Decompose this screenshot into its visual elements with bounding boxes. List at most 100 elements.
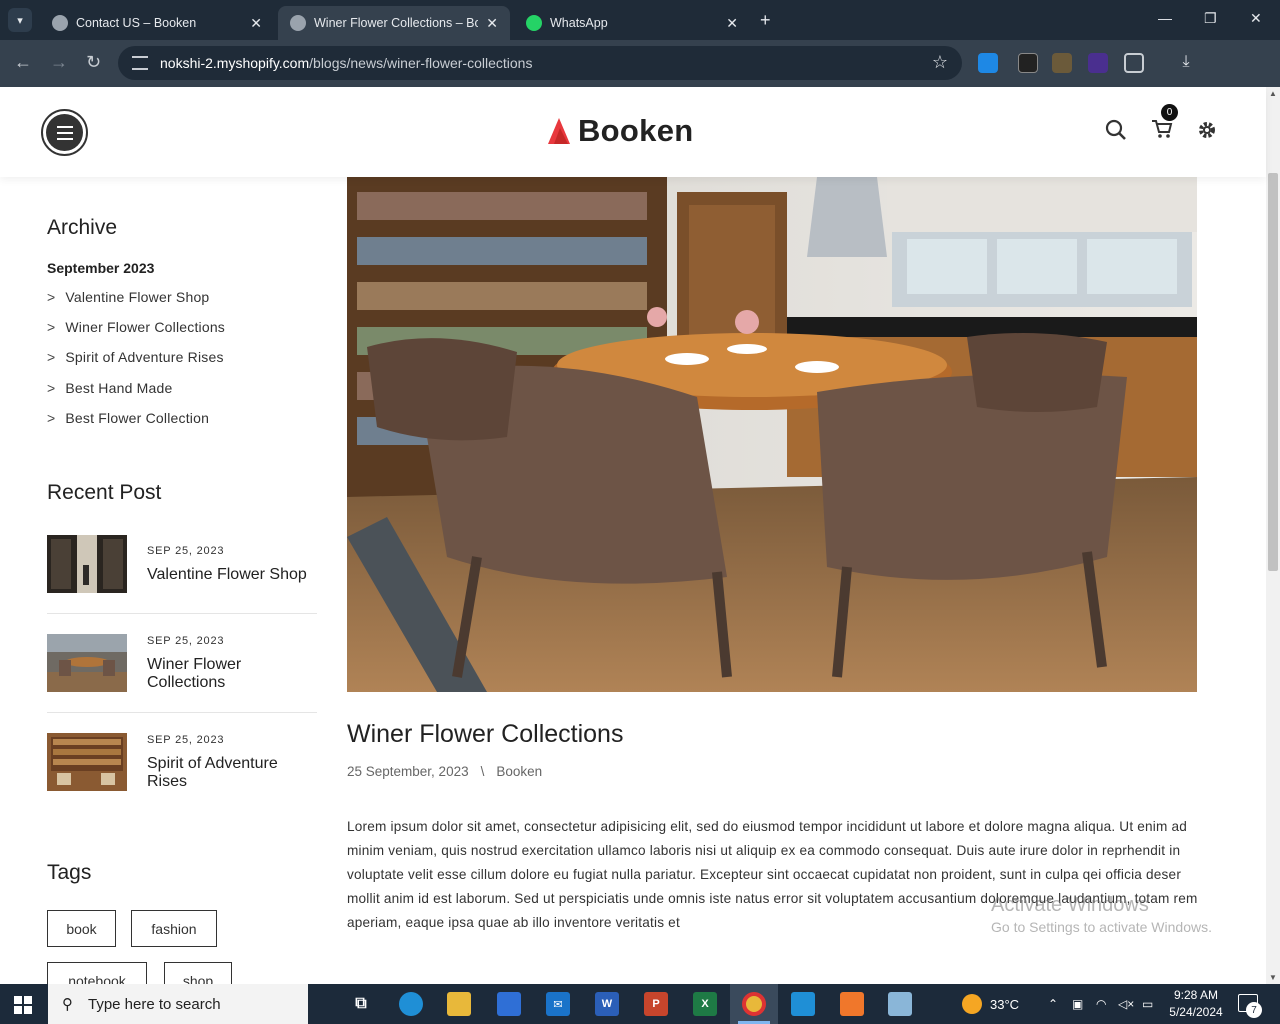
site-settings-icon[interactable]: [132, 56, 148, 70]
tag-button[interactable]: notebook: [47, 962, 147, 984]
bookmark-star-icon[interactable]: ☆: [932, 52, 948, 73]
weather-sun-icon: [962, 994, 982, 1014]
weather-temp: 33°C: [990, 996, 1020, 1012]
tag-button[interactable]: fashion: [131, 910, 217, 947]
recent-post-thumbnail[interactable]: [47, 535, 127, 593]
settings-gear-icon[interactable]: [1196, 119, 1218, 141]
archive-heading: Archive: [47, 216, 118, 239]
close-tab-icon[interactable]: ✕: [486, 15, 498, 32]
xampp-icon[interactable]: [840, 992, 864, 1016]
scroll-down-icon[interactable]: ▼: [1269, 973, 1277, 982]
tab-whatsapp[interactable]: WhatsApp ✕: [514, 6, 750, 40]
tab-contact-us[interactable]: Contact US – Booken ✕: [40, 6, 274, 40]
recent-post-thumbnail[interactable]: [47, 634, 127, 692]
logo-text: Booken: [578, 113, 694, 148]
tag-button[interactable]: book: [47, 910, 116, 947]
tray-device-icon[interactable]: ▣: [1072, 984, 1083, 1024]
post-date: 25 September, 2023: [347, 764, 469, 779]
logo-mark-icon: [548, 118, 570, 144]
site-logo[interactable]: Booken: [546, 113, 693, 149]
taskbar-search-box[interactable]: ⚲ Type here to search: [48, 984, 308, 1024]
scrollbar-thumb[interactable]: [1268, 173, 1278, 571]
cart-icon[interactable]: [1151, 119, 1173, 139]
new-tab-icon[interactable]: +: [760, 10, 771, 31]
archive-item[interactable]: > Spirit of Adventure Rises: [47, 349, 224, 365]
url-text[interactable]: nokshi-2.myshopify.com/blogs/news/winer-…: [160, 55, 532, 71]
post-title: Winer Flower Collections: [347, 720, 624, 748]
extensions-puzzle-icon[interactable]: [1124, 53, 1144, 73]
meta-separator: \: [480, 764, 485, 779]
archive-item[interactable]: > Valentine Flower Shop: [47, 289, 209, 305]
back-icon[interactable]: ←: [14, 52, 32, 73]
weather-widget[interactable]: 33°C: [962, 984, 1019, 1024]
tab-title: Winer Flower Collections – Booken: [314, 16, 479, 30]
file-explorer-icon[interactable]: [447, 992, 471, 1016]
archive-item[interactable]: > Winer Flower Collections: [47, 319, 225, 335]
archive-item[interactable]: > Best Flower Collection: [47, 410, 209, 426]
globe-icon: [290, 15, 306, 31]
page-scrollbar[interactable]: ▲ ▼: [1266, 87, 1280, 984]
wifi-icon[interactable]: ◠: [1096, 984, 1106, 1024]
notification-count-badge: 7: [1246, 1002, 1262, 1018]
recent-post-thumbnail[interactable]: [47, 733, 127, 791]
globe-icon: [52, 15, 68, 31]
archive-month: September 2023: [47, 260, 155, 276]
post-meta: 25 September, 2023 \ Booken: [347, 764, 542, 779]
battery-icon[interactable]: ▭: [1142, 984, 1153, 1024]
tag-button[interactable]: shop: [164, 962, 232, 984]
tray-overflow-icon[interactable]: ⌃: [1048, 984, 1058, 1024]
windows-taskbar: ⚲ Type here to search ⧉ ✉ W P X 33°C ⌃ ▣…: [0, 984, 1280, 1024]
recent-post-title[interactable]: Valentine Flower Shop: [147, 566, 317, 584]
chevron-right-icon: >: [47, 319, 56, 335]
recent-post-title[interactable]: Spirit of Adventure Rises: [147, 755, 317, 791]
extension-icon[interactable]: [1018, 53, 1038, 73]
minimize-icon[interactable]: —: [1158, 10, 1172, 26]
extension-icon[interactable]: [1052, 53, 1072, 73]
edge-icon[interactable]: [399, 992, 423, 1016]
downloads-icon[interactable]: ⤓: [1176, 53, 1196, 73]
close-tab-icon[interactable]: ✕: [726, 15, 738, 32]
forward-icon[interactable]: →: [50, 52, 68, 73]
powerpoint-icon[interactable]: P: [644, 992, 668, 1016]
vscode-icon[interactable]: [791, 992, 815, 1016]
reload-icon[interactable]: ↻: [86, 52, 101, 73]
chrome-icon[interactable]: [742, 992, 766, 1016]
app-icon[interactable]: [888, 992, 912, 1016]
microsoft-store-icon[interactable]: [497, 992, 521, 1016]
divider: [47, 712, 317, 713]
hamburger-icon: [46, 114, 83, 151]
download-extension-icon[interactable]: [978, 53, 998, 73]
extension-icon[interactable]: [1088, 53, 1108, 73]
address-bar[interactable]: nokshi-2.myshopify.com/blogs/news/winer-…: [118, 46, 962, 80]
chevron-right-icon: >: [47, 380, 56, 396]
watermark-title: Activate Windows: [991, 894, 1149, 916]
cart-count-badge: 0: [1161, 104, 1178, 121]
browser-tab-strip: ▾ Contact US – Booken ✕ Winer Flower Col…: [0, 0, 1280, 40]
search-icon[interactable]: [1105, 119, 1127, 141]
taskbar-clock[interactable]: 9:28 AM 5/24/2024: [1166, 987, 1226, 1021]
tab-winer-flower-collections[interactable]: Winer Flower Collections – Booken ✕: [278, 6, 510, 40]
clock-time: 9:28 AM: [1173, 988, 1219, 1002]
post-author[interactable]: Booken: [496, 764, 542, 779]
recent-post-title[interactable]: Winer Flower Collections: [147, 656, 317, 692]
tags-heading: Tags: [47, 861, 92, 884]
tab-search-button[interactable]: ▾: [8, 8, 32, 32]
close-tab-icon[interactable]: ✕: [250, 15, 262, 32]
recent-post-date: SEP 25, 2023: [147, 635, 225, 647]
task-view-icon[interactable]: ⧉: [349, 992, 373, 1016]
excel-icon[interactable]: X: [693, 992, 717, 1016]
hamburger-menu-button[interactable]: [41, 109, 88, 156]
word-icon[interactable]: W: [595, 992, 619, 1016]
volume-muted-icon[interactable]: ◁×: [1118, 984, 1134, 1024]
close-window-icon[interactable]: ✕: [1250, 10, 1262, 27]
archive-item[interactable]: > Best Hand Made: [47, 380, 172, 396]
post-hero-image: [347, 177, 1197, 692]
taskbar-search-placeholder: Type here to search: [88, 995, 221, 1013]
chevron-right-icon: >: [47, 289, 56, 305]
recent-post-date: SEP 25, 2023: [147, 734, 225, 746]
divider: [47, 613, 317, 614]
restore-icon[interactable]: ❐: [1204, 10, 1217, 27]
windows-start-icon[interactable]: [14, 996, 32, 1014]
mail-icon[interactable]: ✉: [546, 992, 570, 1016]
scroll-up-icon[interactable]: ▲: [1269, 89, 1277, 98]
